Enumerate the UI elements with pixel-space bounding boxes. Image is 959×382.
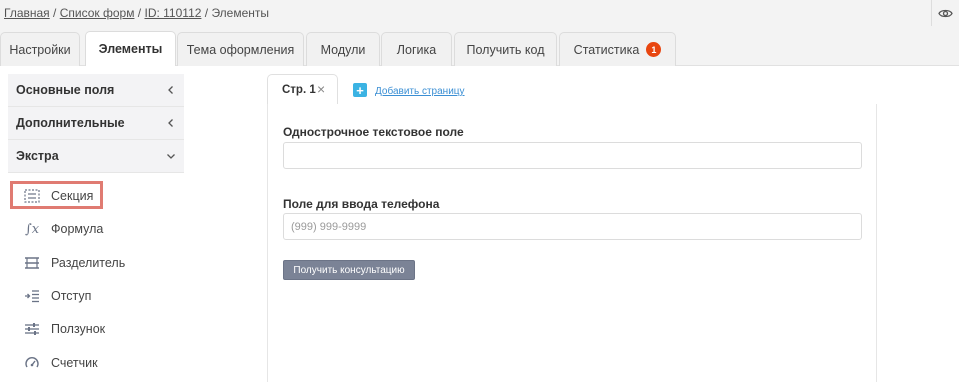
- tab-label: Элементы: [98, 42, 163, 56]
- divider-icon: [23, 254, 41, 272]
- element-formula[interactable]: ∫x Формула: [8, 214, 184, 244]
- form-canvas: Однострочное текстовое поле Поле для вво…: [267, 104, 877, 382]
- breadcrumb-form-id-link[interactable]: ID: 110112: [144, 6, 201, 20]
- eye-icon: [938, 9, 953, 17]
- accordion-label: Основные поля: [16, 83, 115, 97]
- element-label: Отступ: [51, 289, 92, 303]
- add-page-link[interactable]: Добавить страницу: [375, 86, 465, 97]
- submit-button[interactable]: Получить консультацию: [283, 260, 415, 280]
- tab-label: Модули: [320, 42, 366, 57]
- slider-icon: [23, 320, 41, 338]
- accordion-extra[interactable]: Экстра: [8, 140, 184, 173]
- tab-modules[interactable]: Модули: [306, 32, 380, 66]
- element-slider[interactable]: Ползунок: [8, 314, 184, 344]
- element-label: Разделитель: [51, 256, 126, 270]
- page-tab-label: Стр. 1: [282, 84, 316, 96]
- main-tabbar: Настройки Элементы Тема оформления Модул…: [0, 28, 959, 66]
- phone-field-label: Поле для ввода телефона: [283, 197, 440, 211]
- element-counter[interactable]: Счетчик: [8, 348, 184, 378]
- preview-button[interactable]: [931, 0, 959, 26]
- top-bar: Главная / Список форм / ID: 110112 / Эле…: [0, 0, 959, 28]
- element-indent[interactable]: Отступ: [8, 281, 184, 311]
- chevron-left-icon: [168, 119, 173, 127]
- breadcrumb-separator: /: [53, 6, 57, 20]
- selection-highlight: [10, 181, 103, 209]
- breadcrumb-separator: /: [204, 6, 209, 20]
- element-label: Ползунок: [51, 322, 106, 336]
- tab-elements[interactable]: Элементы: [85, 31, 176, 66]
- chevron-left-icon: [168, 86, 173, 94]
- indent-icon: [23, 287, 41, 305]
- tab-label: Тема оформления: [186, 42, 295, 57]
- accordion-basic-fields[interactable]: Основные поля: [8, 74, 184, 107]
- breadcrumb-home-link[interactable]: Главная: [4, 6, 50, 20]
- accordion-label: Дополнительные: [16, 116, 125, 130]
- breadcrumb-current: Элементы: [211, 6, 270, 20]
- accordion-additional[interactable]: Дополнительные: [8, 107, 184, 140]
- close-icon[interactable]: ×: [317, 81, 325, 97]
- text-field-input[interactable]: [283, 142, 862, 169]
- breadcrumb-separator: /: [137, 6, 142, 20]
- formula-icon: ∫x: [24, 221, 40, 237]
- breadcrumb-forms-link[interactable]: Список форм: [60, 6, 135, 20]
- notification-badge: 1: [646, 42, 662, 57]
- tab-theme[interactable]: Тема оформления: [177, 32, 304, 66]
- tab-label: Настройки: [9, 42, 71, 57]
- plus-icon[interactable]: +: [353, 83, 367, 97]
- tab-logic[interactable]: Логика: [381, 32, 452, 66]
- chevron-down-icon: [167, 154, 175, 159]
- elements-sidebar: Основные поля Дополнительные Экстра Секц…: [8, 74, 184, 370]
- text-field-label: Однострочное текстовое поле: [283, 125, 464, 139]
- tab-label: Получить код: [466, 42, 545, 57]
- element-label: Счетчик: [51, 356, 98, 370]
- tab-statistics[interactable]: Статистика 1: [559, 32, 676, 66]
- tab-get-code[interactable]: Получить код: [454, 32, 557, 66]
- phone-field-input[interactable]: [283, 213, 862, 240]
- tab-settings[interactable]: Настройки: [0, 32, 80, 66]
- accordion-label: Экстра: [16, 149, 59, 163]
- element-label: Формула: [51, 222, 104, 236]
- tab-label: Статистика: [573, 42, 640, 57]
- element-divider[interactable]: Разделитель: [8, 248, 184, 278]
- counter-icon: [23, 354, 41, 372]
- tab-label: Логика: [396, 42, 437, 57]
- breadcrumb: Главная / Список форм / ID: 110112 / Эле…: [4, 6, 269, 20]
- page-tab-1[interactable]: Стр. 1 ×: [267, 74, 338, 105]
- page-tabs: Стр. 1 × + Добавить страницу: [267, 74, 877, 105]
